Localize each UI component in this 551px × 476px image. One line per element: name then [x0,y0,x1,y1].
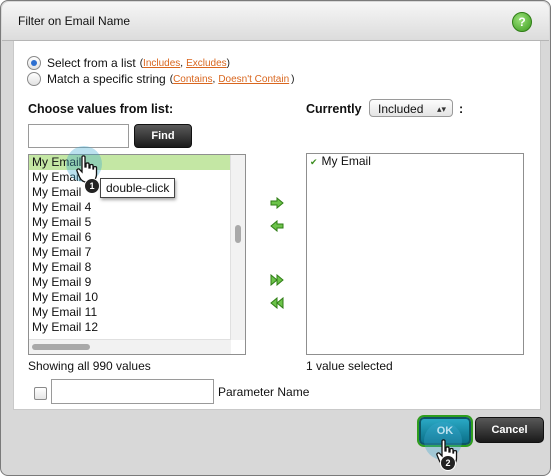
currently-colon: : [459,102,464,116]
parameter-checkbox[interactable] [34,387,47,400]
step-1-badge: 1 [84,178,100,194]
paren-close-2: ) [291,73,295,85]
selected-count: 1 value selected [306,359,393,373]
contains-link[interactable]: Contains [173,74,212,85]
vertical-scrollbar[interactable] [230,155,245,340]
add-arrow-icon[interactable] [270,197,284,209]
list-item[interactable]: My Email 11 [29,305,245,320]
list-item[interactable]: My Email 5 [29,215,245,230]
showing-count: Showing all 990 values [28,359,151,373]
list-item[interactable]: My Email 10 [29,290,245,305]
find-button[interactable]: Find [134,124,192,148]
parameter-input[interactable] [51,379,214,404]
list-item[interactable]: My Email 6 [29,230,245,245]
parameter-name-label: Parameter Name [218,385,310,399]
radio-select-from-list-label: Select from a list [47,56,136,70]
radio-select-from-list[interactable] [27,56,41,70]
radio-match-string-label: Match a specific string [47,72,166,86]
cancel-button[interactable]: Cancel [475,417,544,443]
choose-values-header: Choose values from list: [28,102,174,116]
search-input[interactable] [28,124,129,148]
remove-arrow-icon[interactable] [270,220,284,232]
list-item[interactable]: My Email 4 [29,200,245,215]
double-click-tooltip: double-click [100,178,176,198]
step-2-badge: 2 [440,455,456,471]
selected-values-list[interactable]: ✔ My Email [306,153,524,355]
check-icon: ✔ [310,157,318,167]
paren-close: ) [226,57,230,69]
horizontal-scroll-thumb[interactable] [32,344,90,350]
selected-item-label: My Email [321,154,371,168]
list-item[interactable]: My Email 8 [29,260,245,275]
include-mode-select[interactable]: Included ▴▾ [369,99,453,117]
horizontal-scrollbar[interactable] [29,339,231,354]
radio-select-from-list-row[interactable]: Select from a list ( Includes , Excludes… [27,56,230,70]
vertical-scroll-thumb[interactable] [235,225,241,243]
include-mode-value: Included [378,102,424,116]
radio-match-string-row[interactable]: Match a specific string ( Contains , Doe… [27,72,295,86]
title-bar: Filter on Email Name ? [2,2,549,41]
add-all-arrow-icon[interactable] [270,274,284,286]
separator-2: , [212,73,216,85]
radio-match-string[interactable] [27,72,41,86]
separator: , [180,57,184,69]
list-item[interactable]: My Email 9 [29,275,245,290]
currently-header: Currently [306,102,362,116]
doesnt-contain-link[interactable]: Doesn't Contain [218,74,289,85]
excludes-link[interactable]: Excludes [186,58,227,69]
list-item[interactable]: My Email [29,155,245,170]
filter-dialog: Filter on Email Name ? Select from a lis… [0,0,551,476]
remove-all-arrow-icon[interactable] [270,297,284,309]
list-item[interactable]: My Email 7 [29,245,245,260]
dialog-title: Filter on Email Name [18,14,131,28]
includes-link[interactable]: Includes [143,58,180,69]
select-chevron-icon: ▴▾ [436,104,446,114]
selected-list-item[interactable]: ✔ My Email [307,154,523,169]
help-icon[interactable]: ? [512,12,532,32]
list-item[interactable]: My Email 12 [29,320,245,335]
